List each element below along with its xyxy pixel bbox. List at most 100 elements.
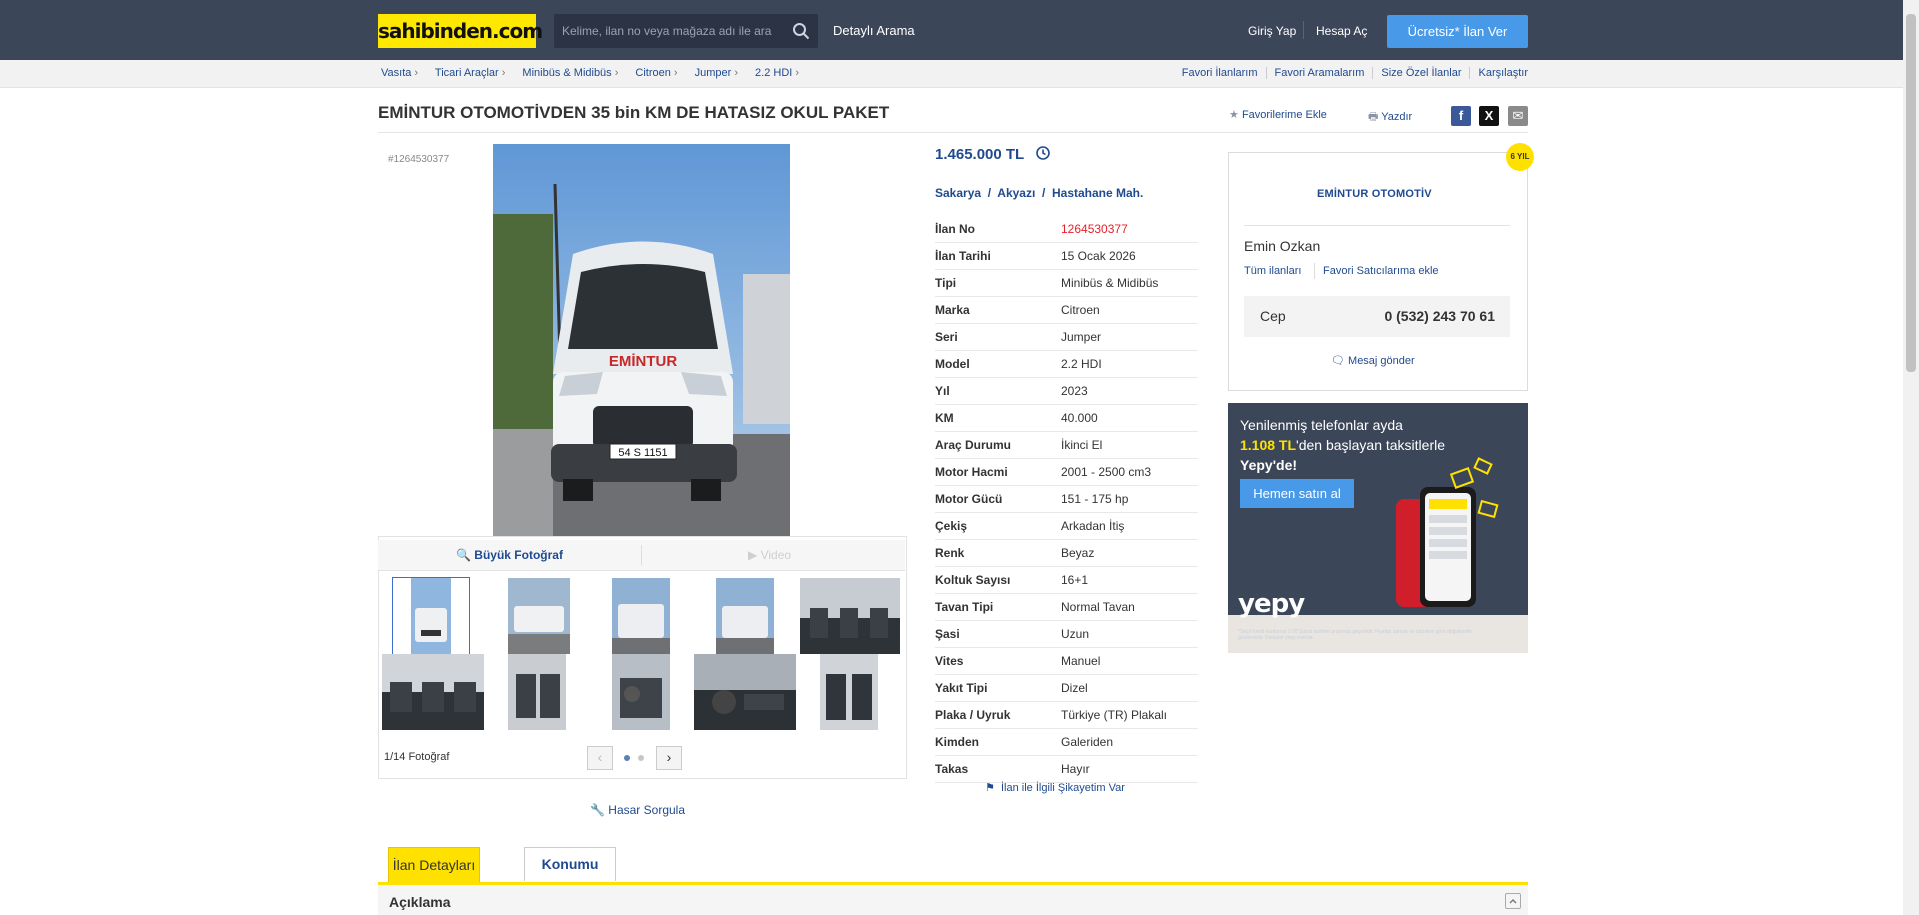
seller-link-divider — [1314, 263, 1315, 279]
print-button[interactable]: 🖶 Yazdır — [1368, 108, 1412, 127]
site-logo[interactable]: sahibinden.com — [378, 14, 543, 48]
thumbnail[interactable] — [694, 654, 796, 730]
search-icon[interactable] — [792, 22, 810, 40]
price-history-icon[interactable] — [1035, 145, 1051, 161]
search-input[interactable] — [554, 14, 782, 48]
location-neighborhood[interactable]: Hastahane Mah. — [1052, 186, 1143, 200]
compare-link[interactable]: Karşılaştır — [1469, 67, 1528, 79]
spec-row: Kimden Galeriden — [935, 729, 1198, 756]
prev-photo-button[interactable]: ‹ — [587, 746, 613, 770]
thumbnail-image — [820, 654, 878, 730]
detailed-search-link[interactable]: Detaylı Arama — [833, 23, 915, 38]
mail-icon[interactable]: ✉ — [1508, 106, 1528, 126]
photo-counter: 1/14 Fotoğraf — [384, 751, 450, 763]
thumbnail[interactable] — [382, 654, 484, 730]
yepy-banner[interactable]: Yenilenmiş telefonlar ayda 1.108 TL'den … — [1228, 403, 1528, 653]
post-ad-button[interactable]: Ücretsiz* İlan Ver — [1387, 15, 1528, 48]
spec-key: Motor Hacmi — [935, 465, 1008, 479]
damage-query-button[interactable]: 🔧 Hasar Sorgula — [590, 803, 685, 817]
register-link[interactable]: Hesap Aç — [1316, 24, 1367, 38]
page-dot[interactable] — [624, 755, 630, 761]
breadcrumb-label[interactable]: Jumper — [695, 67, 732, 79]
thumbnail[interactable] — [712, 578, 788, 654]
spec-row: Plaka / Uyruk Türkiye (TR) Plakalı — [935, 702, 1198, 729]
breadcrumb-item[interactable]: Ticari Araçlar › — [435, 67, 505, 79]
favorite-searches-link[interactable]: Favori Aramalarım — [1265, 67, 1373, 79]
wrench-icon: 🔧 — [590, 803, 605, 817]
big-photo-button[interactable]: 🔍 Büyük Fotoğraf — [456, 548, 563, 562]
breadcrumb-item[interactable]: Citroen › — [635, 67, 677, 79]
print-label[interactable]: Yazdır — [1381, 111, 1412, 123]
tab-listing-details[interactable]: İlan Detayları — [388, 847, 480, 883]
breadcrumb-item[interactable]: Vasıta › — [381, 67, 418, 79]
all-ads-link[interactable]: Tüm ilanları — [1244, 265, 1301, 277]
collapse-icon[interactable] — [1505, 893, 1521, 909]
thumbnail[interactable] — [800, 578, 900, 654]
thumbnail[interactable] — [508, 654, 566, 730]
next-photo-button[interactable]: › — [656, 746, 682, 770]
header-divider — [1303, 21, 1304, 39]
spec-value: Türkiye (TR) Plakalı — [1061, 708, 1168, 722]
favorite-seller-link[interactable]: Favori Satıcılarıma ekle — [1323, 265, 1439, 277]
thumbnail[interactable] — [608, 578, 684, 654]
thumbnail-image — [712, 578, 788, 654]
chat-icon: 🗨 — [1331, 355, 1345, 367]
location-district[interactable]: Akyazı — [997, 186, 1035, 200]
phone-number[interactable]: 0 (532) 243 70 61 — [1384, 308, 1495, 324]
scrollbar-thumb[interactable] — [1906, 14, 1916, 372]
add-favorite-button[interactable]: ★ Favorilerime Ekle — [1229, 108, 1327, 121]
spec-row: Yakıt Tipi Dizel — [935, 675, 1198, 702]
spec-value: Beyaz — [1061, 546, 1095, 560]
minibus-photo-illustration: 54 S 1151 EMİNTUR — [493, 144, 790, 540]
spec-value: Citroen — [1061, 303, 1100, 317]
store-name[interactable]: EMİNTUR OTOMOTİV — [1317, 188, 1432, 200]
breadcrumb-item[interactable]: 2.2 HDI › — [755, 67, 799, 79]
membership-badge: 6 YIL — [1506, 143, 1534, 171]
spec-key: Yıl — [935, 384, 950, 398]
thumbnail-image — [694, 654, 796, 730]
send-message-label[interactable]: Mesaj gönder — [1348, 355, 1415, 367]
thumbnail[interactable] — [504, 578, 580, 654]
search-box — [554, 14, 818, 48]
login-link[interactable]: Giriş Yap — [1248, 24, 1296, 38]
breadcrumb-item[interactable]: Jumper › — [695, 67, 738, 79]
tab-location[interactable]: Konumu — [524, 847, 616, 881]
add-favorite-label[interactable]: Favorilerime Ekle — [1242, 109, 1327, 121]
report-listing-label[interactable]: İlan ile İlgili Şikayetim Var — [1001, 782, 1125, 794]
description-title: Açıklama — [389, 894, 451, 910]
breadcrumb-label[interactable]: Citroen — [635, 67, 670, 79]
spec-row: İlan No 1264530377 — [935, 216, 1198, 243]
chevron-right-icon: › — [795, 67, 800, 79]
x-twitter-icon[interactable]: X — [1479, 106, 1499, 126]
report-listing-button[interactable]: ⚑ İlan ile İlgili Şikayetim Var — [985, 781, 1125, 794]
location-city[interactable]: Sakarya — [935, 186, 981, 200]
thumbnail[interactable] — [612, 654, 670, 730]
breadcrumb-label[interactable]: Minibüs & Midibüs — [522, 67, 611, 79]
page-dot[interactable] — [638, 755, 644, 761]
spec-key: Tipi — [935, 276, 957, 290]
send-message-button[interactable]: 🗨 Mesaj gönder — [1331, 354, 1415, 367]
spec-value: 2001 - 2500 cm3 — [1061, 465, 1152, 479]
spec-row: Araç Durumu İkinci El — [935, 432, 1198, 459]
thumbnail[interactable] — [820, 654, 878, 730]
breadcrumb-label[interactable]: 2.2 HDI — [755, 67, 792, 79]
breadcrumb-item[interactable]: Minibüs & Midibüs › — [522, 67, 618, 79]
damage-query-label[interactable]: Hasar Sorgula — [608, 803, 685, 817]
page-scrollbar[interactable] — [1903, 0, 1919, 915]
spec-key: Marka — [935, 303, 970, 317]
spec-key: Şasi — [935, 627, 960, 641]
favorite-ads-link[interactable]: Favori İlanlarım — [1174, 67, 1266, 79]
printer-icon: 🖶 — [1368, 111, 1379, 123]
main-photo[interactable]: 54 S 1151 EMİNTUR — [493, 144, 790, 540]
video-button: ▶ Video — [748, 548, 791, 562]
breadcrumb-label[interactable]: Vasıta — [381, 67, 411, 79]
user-links: Favori İlanlarım Favori Aramalarım Size Öz… — [1174, 67, 1528, 79]
big-photo-label[interactable]: Büyük Fotoğraf — [474, 548, 563, 562]
facebook-icon[interactable]: f — [1451, 106, 1471, 126]
chevron-right-icon: › — [673, 67, 678, 79]
thumbnail[interactable] — [392, 577, 470, 655]
recommended-ads-link[interactable]: Size Özel İlanlar — [1372, 67, 1470, 79]
thumbnail-image — [508, 654, 566, 730]
seller-divider — [1244, 225, 1510, 226]
breadcrumb-label[interactable]: Ticari Araçlar — [435, 67, 499, 79]
